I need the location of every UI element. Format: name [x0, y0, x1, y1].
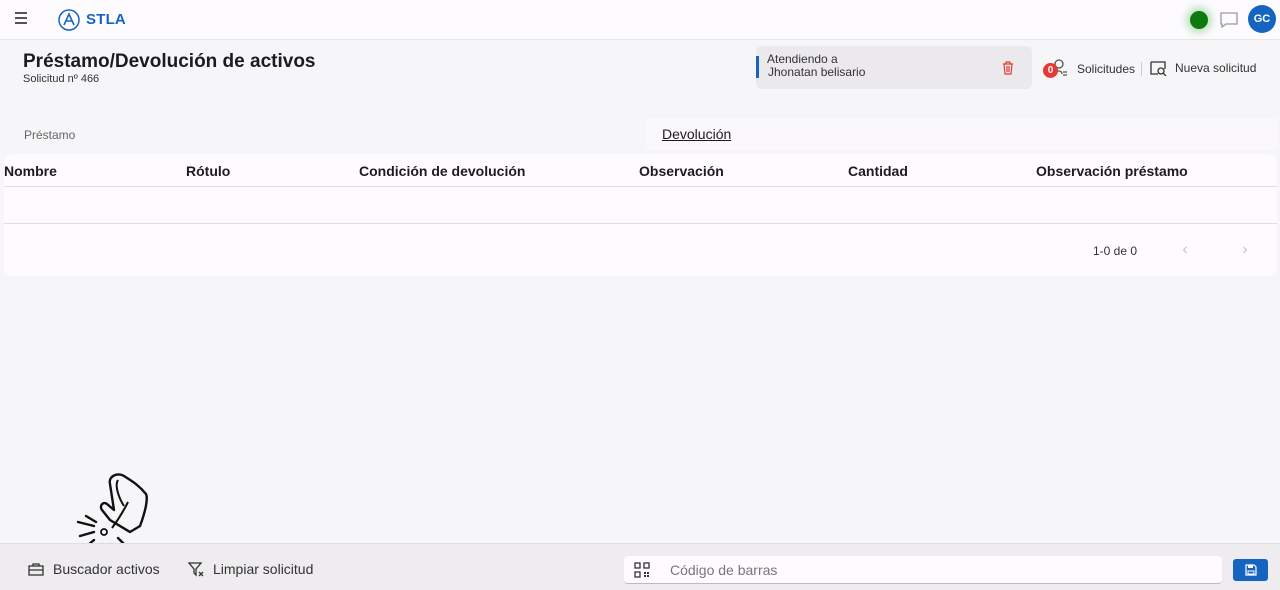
attending-accent-bar [756, 56, 759, 78]
trash-icon[interactable] [1001, 60, 1015, 76]
bottom-toolbar: Buscador activos Limpiar solicitud [0, 543, 1280, 590]
clear-request-button[interactable]: Limpiar solicitud [188, 560, 313, 578]
save-icon [1244, 564, 1257, 576]
asset-search-label: Buscador activos [53, 561, 160, 577]
avatar[interactable]: GC [1248, 5, 1276, 33]
table-header: Nombre Rótulo Condición de devolución Ob… [4, 154, 1277, 187]
column-header-observacion[interactable]: Observación [639, 163, 724, 179]
requests-count-badge: 0 [1043, 63, 1058, 78]
column-header-cantidad[interactable]: Cantidad [848, 163, 908, 179]
new-request-label: Nueva solicitud [1175, 61, 1257, 75]
tab-devolucion[interactable]: Devolución [645, 118, 1277, 150]
new-request-button[interactable]: Nueva solicitud [1150, 58, 1256, 78]
new-request-icon [1150, 61, 1167, 76]
briefcase-icon [28, 563, 44, 576]
save-button[interactable] [1233, 559, 1268, 581]
barcode-field-wrapper [624, 556, 1222, 584]
page-subtitle: Solicitud nº 466 [23, 73, 100, 85]
asset-search-button[interactable]: Buscador activos [28, 560, 160, 578]
requests-icon: 0 [1043, 58, 1069, 80]
qr-code-icon [634, 562, 650, 578]
clear-request-label: Limpiar solicitud [213, 561, 314, 577]
tab-prestamo-label: Préstamo [24, 128, 76, 142]
attending-name: Jhonatan belisario [768, 65, 866, 79]
column-header-rotulo[interactable]: Rótulo [186, 163, 230, 179]
column-header-observacion-prestamo[interactable]: Observación préstamo [1036, 163, 1188, 179]
returns-table: Nombre Rótulo Condición de devolución Ob… [4, 154, 1277, 276]
chat-icon[interactable] [1219, 11, 1239, 29]
barcode-input[interactable] [670, 560, 1210, 580]
pagination-range: 1-0 de 0 [1093, 244, 1138, 258]
chevron-left-icon[interactable]: ‹ [1177, 242, 1193, 258]
filter-clear-icon [188, 562, 204, 577]
brand-name: STLA [86, 11, 126, 28]
attending-card: Atendiendo a Jhonatan belisario [756, 46, 1032, 89]
tab-prestamo[interactable]: Préstamo [5, 118, 645, 150]
logo-icon [58, 9, 80, 31]
chevron-right-icon[interactable]: › [1237, 242, 1253, 258]
tab-devolucion-label: Devolución [662, 126, 732, 142]
column-header-nombre[interactable]: Nombre [4, 163, 57, 179]
column-header-condicion[interactable]: Condición de devolución [359, 163, 525, 179]
page-title: Préstamo/Devolución de activos [23, 51, 316, 72]
requests-label: Solicitudes [1077, 62, 1136, 76]
status-indicator [1190, 11, 1208, 29]
menu-icon[interactable] [12, 12, 30, 26]
top-bar: STLA GC [0, 0, 1280, 40]
divider [1141, 62, 1142, 76]
table-body-empty [4, 187, 1277, 224]
requests-button[interactable]: 0 Solicitudes [1043, 58, 1135, 80]
attending-label: Atendiendo a [767, 52, 838, 66]
